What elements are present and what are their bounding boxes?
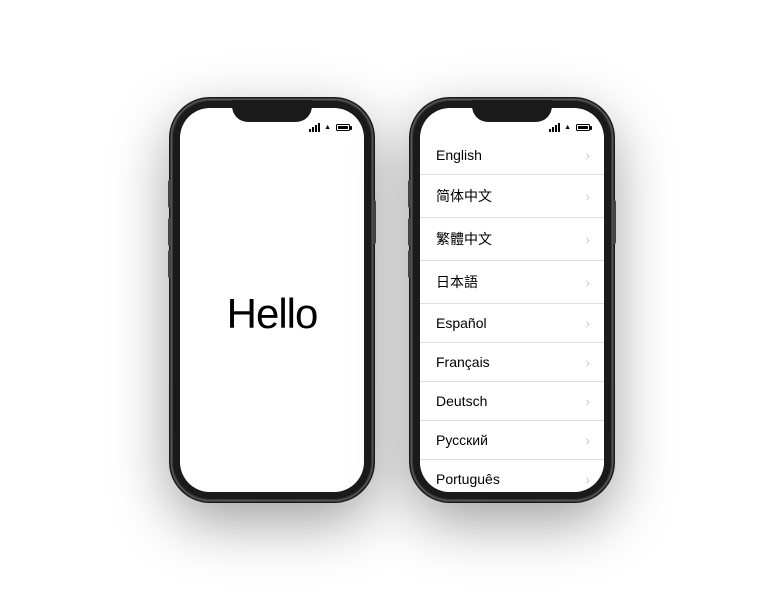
chevron-icon-french: › bbox=[586, 355, 590, 370]
language-label-portuguese: Português bbox=[436, 471, 500, 487]
language-list: English › 简体中文 › 繁體中文 › 日本語 › Español › … bbox=[420, 136, 604, 492]
language-item-traditional-chinese[interactable]: 繁體中文 › bbox=[420, 218, 604, 261]
phone-hello: ▲ Hello bbox=[172, 100, 372, 500]
chevron-icon-japanese: › bbox=[586, 275, 590, 290]
language-item-spanish[interactable]: Español › bbox=[420, 304, 604, 343]
phones-container: ▲ Hello bbox=[152, 80, 632, 520]
language-label-simplified-chinese: 简体中文 bbox=[436, 186, 492, 206]
language-label-french: Français bbox=[436, 354, 490, 370]
battery-fill-right bbox=[578, 126, 588, 129]
language-item-russian[interactable]: Русский › bbox=[420, 421, 604, 460]
wifi-icon-left: ▲ bbox=[324, 124, 331, 131]
signal-icon-right bbox=[549, 123, 560, 132]
status-icons-right: ▲ bbox=[549, 123, 590, 132]
chevron-icon-german: › bbox=[586, 394, 590, 409]
language-item-french[interactable]: Français › bbox=[420, 343, 604, 382]
language-label-traditional-chinese: 繁體中文 bbox=[436, 229, 492, 249]
language-list-content: English › 简体中文 › 繁體中文 › 日本語 › Español › … bbox=[420, 136, 604, 492]
notch-left bbox=[232, 100, 312, 122]
bar3r bbox=[555, 125, 557, 132]
bar3 bbox=[315, 125, 317, 132]
chevron-icon-spanish: › bbox=[586, 316, 590, 331]
wifi-icon-right: ▲ bbox=[564, 124, 571, 131]
bar4r bbox=[558, 123, 560, 132]
hello-greeting: Hello bbox=[227, 290, 318, 338]
chevron-icon-english: › bbox=[586, 148, 590, 163]
notch-right bbox=[472, 100, 552, 122]
language-label-japanese: 日本語 bbox=[436, 272, 478, 292]
battery-icon-left bbox=[336, 124, 350, 131]
language-item-simplified-chinese[interactable]: 简体中文 › bbox=[420, 175, 604, 218]
language-item-german[interactable]: Deutsch › bbox=[420, 382, 604, 421]
hello-screen-content: Hello bbox=[180, 136, 364, 492]
language-label-russian: Русский bbox=[436, 432, 488, 448]
screen-hello: ▲ Hello bbox=[180, 108, 364, 492]
chevron-icon-portuguese: › bbox=[586, 472, 590, 487]
language-item-portuguese[interactable]: Português › bbox=[420, 460, 604, 492]
language-label-german: Deutsch bbox=[436, 393, 487, 409]
bar4 bbox=[318, 123, 320, 132]
signal-icon-left bbox=[309, 123, 320, 132]
screen-languages: ▲ English › 简体中文 › 繁體中文 › 日本語 › Español … bbox=[420, 108, 604, 492]
language-label-spanish: Español bbox=[436, 315, 487, 331]
chevron-icon-russian: › bbox=[586, 433, 590, 448]
status-icons-left: ▲ bbox=[309, 123, 350, 132]
bar2 bbox=[312, 127, 314, 132]
bar1 bbox=[309, 129, 311, 132]
chevron-icon-simplified-chinese: › bbox=[586, 189, 590, 204]
battery-fill-left bbox=[338, 126, 348, 129]
phone-languages: ▲ English › 简体中文 › 繁體中文 › 日本語 › Español … bbox=[412, 100, 612, 500]
bar2r bbox=[552, 127, 554, 132]
chevron-icon-traditional-chinese: › bbox=[586, 232, 590, 247]
language-item-english[interactable]: English › bbox=[420, 136, 604, 175]
battery-icon-right bbox=[576, 124, 590, 131]
bar1r bbox=[549, 129, 551, 132]
language-label-english: English bbox=[436, 147, 482, 163]
language-item-japanese[interactable]: 日本語 › bbox=[420, 261, 604, 304]
